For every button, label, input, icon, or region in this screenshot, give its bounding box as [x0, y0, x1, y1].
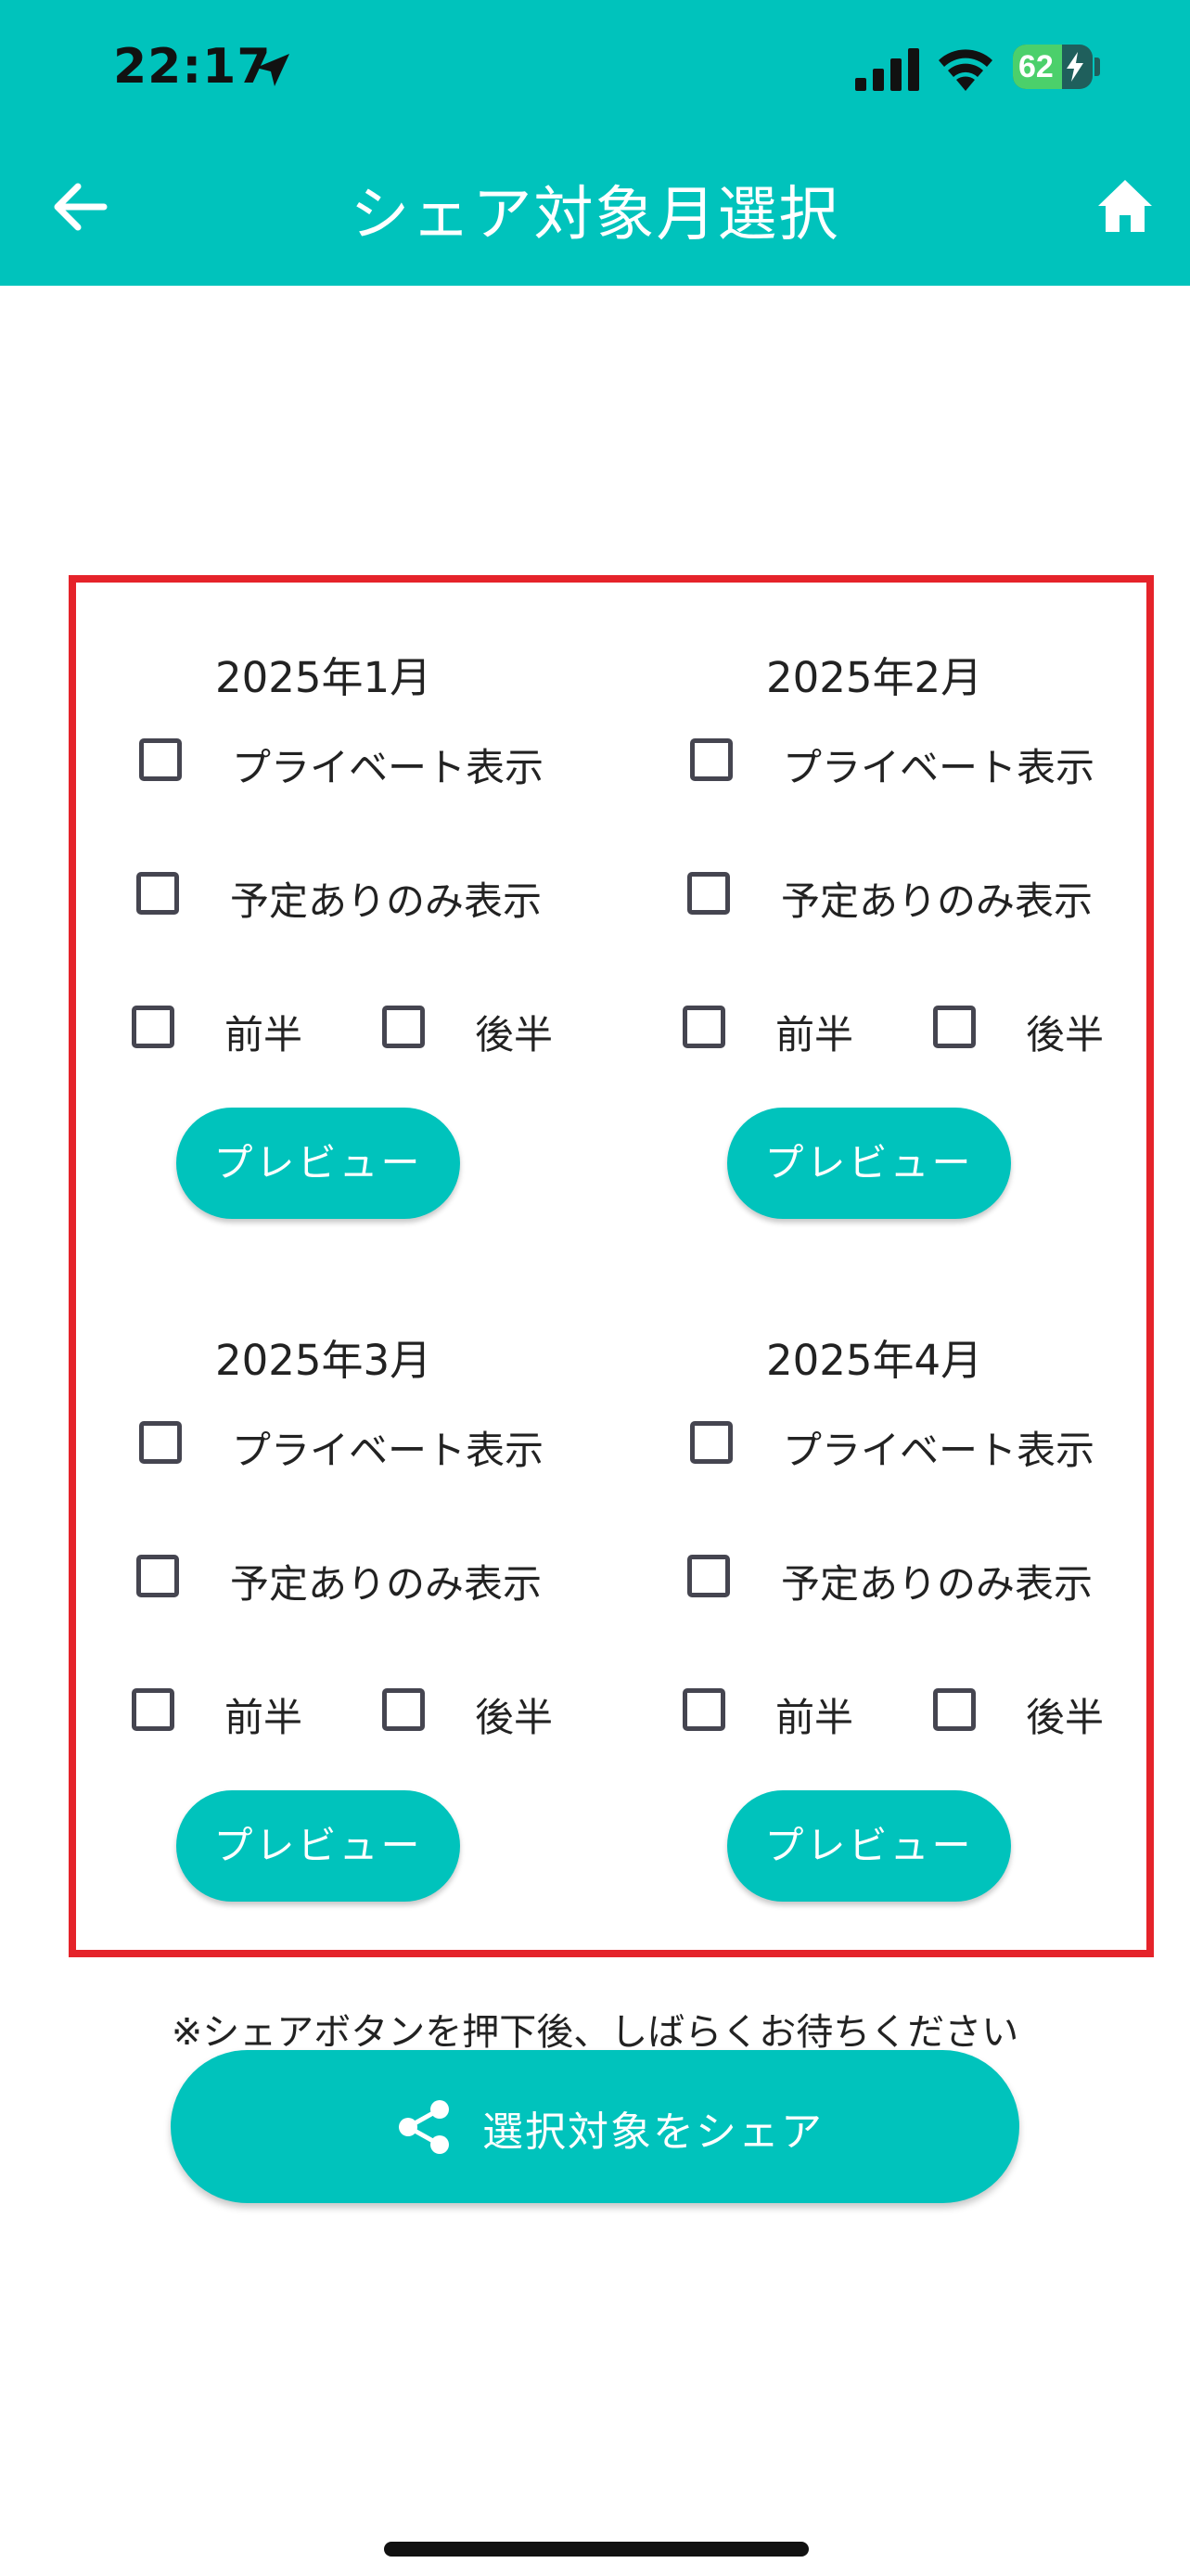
home-icon[interactable]: [1096, 178, 1154, 234]
only-scheduled-option[interactable]: 予定ありのみ表示: [76, 872, 595, 928]
month-block-2025-02: 2025年2月 プライベート表示 予定ありのみ表示 前半 後半 プレビュー: [627, 583, 1146, 1219]
second-half-checkbox[interactable]: [382, 1688, 425, 1731]
month-block-2025-03: 2025年3月 プライベート表示 予定ありのみ表示 前半 後半 プレビュー: [76, 1265, 595, 1902]
month-block-2025-04: 2025年4月 プライベート表示 予定ありのみ表示 前半 後半 プレビュー: [627, 1265, 1146, 1902]
first-half-label: 前半: [224, 1012, 303, 1057]
second-half-checkbox[interactable]: [382, 1006, 425, 1048]
month-title: 2025年2月: [766, 653, 983, 702]
preview-button[interactable]: プレビュー: [176, 1790, 460, 1902]
share-icon: [399, 2100, 449, 2154]
private-display-checkbox[interactable]: [690, 738, 733, 781]
first-half-label: 前半: [224, 1695, 303, 1740]
only-scheduled-option[interactable]: 予定ありのみ表示: [627, 1555, 1146, 1610]
second-half-label: 後半: [475, 1012, 554, 1057]
private-display-label: プライベート表示: [232, 745, 544, 790]
only-scheduled-label: 予定ありのみ表示: [230, 1561, 543, 1607]
only-scheduled-label: 予定ありのみ表示: [781, 1561, 1094, 1607]
second-half-option[interactable]: 後半: [336, 1688, 595, 1744]
private-display-checkbox[interactable]: [139, 738, 182, 781]
second-half-option[interactable]: 後半: [336, 1006, 595, 1061]
page-title: シェア対象月選択: [350, 181, 840, 250]
private-display-label: プライベート表示: [783, 1428, 1095, 1473]
only-scheduled-label: 予定ありのみ表示: [781, 878, 1094, 924]
second-half-checkbox[interactable]: [933, 1688, 976, 1731]
only-scheduled-checkbox[interactable]: [687, 1555, 730, 1597]
month-title: 2025年1月: [215, 653, 432, 702]
first-half-option[interactable]: 前半: [76, 1006, 336, 1061]
second-half-checkbox[interactable]: [933, 1006, 976, 1048]
month-block-2025-01: 2025年1月 プライベート表示 予定ありのみ表示 前半 後半 プレビュー: [76, 583, 595, 1219]
battery-charging-icon: [1067, 52, 1083, 82]
only-scheduled-option[interactable]: 予定ありのみ表示: [76, 1555, 595, 1610]
first-half-checkbox[interactable]: [683, 1688, 725, 1731]
battery-indicator: 62: [1013, 45, 1093, 89]
private-display-option[interactable]: プライベート表示: [76, 738, 595, 794]
cellular-signal-icon: [855, 48, 919, 91]
private-display-option[interactable]: プライベート表示: [76, 1421, 595, 1477]
first-half-option[interactable]: 前半: [627, 1688, 887, 1744]
app-header: 22:17 62 シェア対象月選択: [0, 0, 1190, 286]
first-half-option[interactable]: 前半: [76, 1688, 336, 1744]
share-selected-button[interactable]: 選択対象をシェア: [171, 2050, 1019, 2203]
preview-button[interactable]: プレビュー: [727, 1790, 1011, 1902]
first-half-checkbox[interactable]: [132, 1688, 174, 1731]
first-half-checkbox[interactable]: [683, 1006, 725, 1048]
private-display-checkbox[interactable]: [690, 1421, 733, 1464]
only-scheduled-checkbox[interactable]: [687, 872, 730, 915]
screen: 22:17 62 シェア対象月選択 2025年1月 プライベート表示 予定ありの…: [0, 0, 1190, 2576]
only-scheduled-option[interactable]: 予定ありのみ表示: [627, 872, 1146, 928]
month-title: 2025年4月: [766, 1336, 983, 1385]
private-display-checkbox[interactable]: [139, 1421, 182, 1464]
private-display-label: プライベート表示: [783, 745, 1095, 790]
battery-cap: [1094, 58, 1100, 76]
share-wait-note: ※シェアボタンを押下後、しばらくお待ちください: [171, 2011, 1019, 2054]
first-half-label: 前半: [775, 1012, 854, 1057]
second-half-label: 後半: [475, 1695, 554, 1740]
month-title: 2025年3月: [215, 1336, 432, 1385]
only-scheduled-label: 予定ありのみ表示: [230, 878, 543, 924]
second-half-option[interactable]: 後半: [887, 1688, 1146, 1744]
share-button-label: 選択対象をシェア: [482, 2108, 824, 2156]
only-scheduled-checkbox[interactable]: [136, 1555, 179, 1597]
status-time: 22:17: [113, 39, 272, 95]
second-half-option[interactable]: 後半: [887, 1006, 1146, 1061]
battery-percent: 62: [1018, 49, 1054, 84]
home-indicator[interactable]: [384, 2542, 809, 2557]
private-display-option[interactable]: プライベート表示: [627, 738, 1146, 794]
second-half-label: 後半: [1026, 1695, 1105, 1740]
second-half-label: 後半: [1026, 1012, 1105, 1057]
location-arrow-icon: [256, 54, 289, 86]
only-scheduled-checkbox[interactable]: [136, 872, 179, 915]
first-half-checkbox[interactable]: [132, 1006, 174, 1048]
private-display-option[interactable]: プライベート表示: [627, 1421, 1146, 1477]
first-half-label: 前半: [775, 1695, 854, 1740]
first-half-option[interactable]: 前半: [627, 1006, 887, 1061]
preview-button[interactable]: プレビュー: [176, 1108, 460, 1219]
preview-button[interactable]: プレビュー: [727, 1108, 1011, 1219]
month-selection-frame: 2025年1月 プライベート表示 予定ありのみ表示 前半 後半 プレビュー 20…: [69, 575, 1154, 1957]
private-display-label: プライベート表示: [232, 1428, 544, 1473]
wifi-icon: [939, 49, 992, 91]
